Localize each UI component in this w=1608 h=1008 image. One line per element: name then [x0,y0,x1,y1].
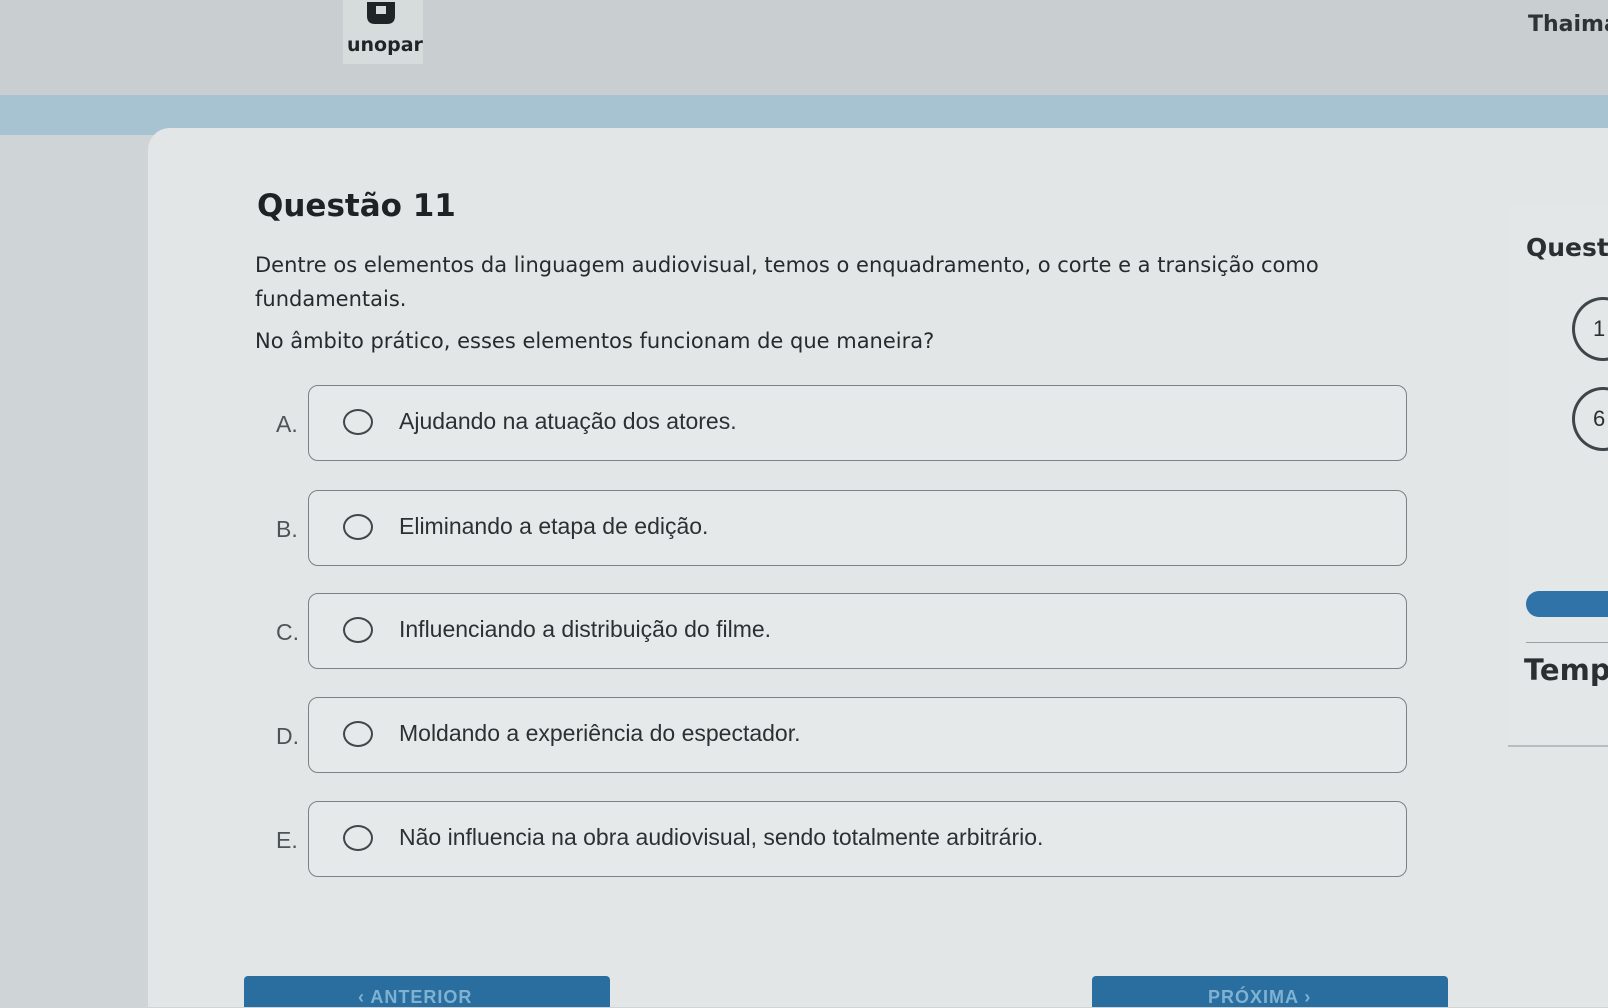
logo-text: unopar [347,34,423,56]
option-text: Influenciando a distribuição do filme. [399,616,772,642]
option-e: E. Não influencia na obra audiovisual, s… [270,801,1407,879]
question-navigator-panel: Questõ 1 6 Temp [1508,205,1608,747]
next-button[interactable]: PRÓXIMA › [1092,976,1448,1007]
option-letter: A. [276,411,298,437]
option-e-box[interactable]: Não influencia na obra audiovisual, send… [308,801,1407,877]
option-b-box[interactable]: Eliminando a etapa de edição. [308,490,1407,566]
navigator-title: Questõ [1526,233,1608,262]
question-title: Questão 11 [257,188,456,224]
option-b: B. Eliminando a etapa de edição. [270,490,1407,568]
option-d: D. Moldando a experiência do espectador. [270,697,1407,775]
radio-icon[interactable] [343,514,373,540]
option-text: Ajudando na atuação dos atores. [399,408,737,434]
time-label: Temp [1524,653,1608,687]
finish-button[interactable] [1526,591,1608,617]
question-number: 6 [1593,406,1606,431]
option-letter: B. [276,516,298,542]
radio-icon[interactable] [343,825,373,851]
next-label: PRÓXIMA › [1208,987,1312,1007]
option-letter: E. [276,827,298,853]
question-number: 1 [1593,316,1606,341]
radio-icon[interactable] [343,721,373,747]
option-text: Moldando a experiência do espectador. [399,720,801,746]
question-text-line-1: Dentre os elementos da linguagem audiovi… [255,253,1319,277]
option-c: C. Influenciando a distribuição do filme… [270,593,1407,671]
radio-icon[interactable] [343,617,373,643]
previous-button[interactable]: ‹ ANTERIOR [244,976,610,1007]
radio-icon[interactable] [343,409,373,435]
previous-label: ‹ ANTERIOR [358,987,473,1007]
option-text: Eliminando a etapa de edição. [399,513,709,539]
option-text: Não influencia na obra audiovisual, send… [399,824,1044,850]
logo-icon [367,2,395,24]
top-bar: unopar Thaima [0,0,1608,95]
question-number-button[interactable]: 6 [1572,387,1608,451]
option-a-box[interactable]: Ajudando na atuação dos atores. [308,385,1407,461]
option-c-box[interactable]: Influenciando a distribuição do filme. [308,593,1407,669]
question-prompt: No âmbito prático, esses elementos funci… [255,329,935,353]
question-text-line-2: fundamentais. [255,287,407,311]
option-letter: C. [276,619,299,645]
unopar-logo[interactable]: unopar [343,0,423,64]
user-name[interactable]: Thaima [1528,12,1608,37]
option-d-box[interactable]: Moldando a experiência do espectador. [308,697,1407,773]
question-number-button[interactable]: 1 [1572,297,1608,361]
divider [1526,642,1608,643]
option-a: A. Ajudando na atuação dos atores. [270,385,1407,463]
option-letter: D. [276,723,299,749]
